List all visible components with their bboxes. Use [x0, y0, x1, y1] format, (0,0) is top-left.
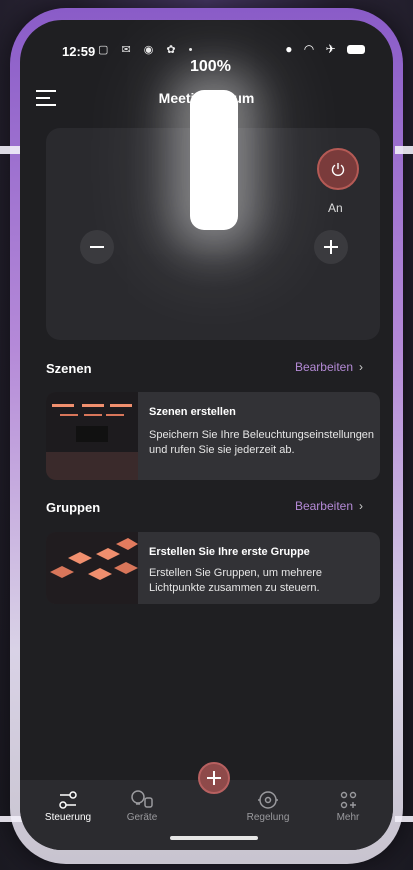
nav-item-geraete[interactable]: Geräte [107, 788, 177, 823]
home-indicator[interactable] [170, 836, 258, 840]
more-icon [340, 791, 357, 809]
groups-title: Gruppen [46, 500, 101, 515]
chevron-right-icon: › [359, 499, 363, 513]
minus-icon [90, 246, 104, 248]
power-button[interactable] [317, 148, 359, 190]
group-illustration [46, 532, 138, 604]
power-icon [331, 163, 345, 176]
nav-label: Geräte [126, 812, 158, 823]
group-card-description: Erstellen Sie Gruppen, um mehrere Lichtp… [149, 567, 323, 594]
devices-icon [131, 790, 153, 808]
app-screen: 12:59 ▢ ✉ ◉ ✿ • ● ◠ ✈ Meeting Raum 100% … [20, 20, 393, 850]
nav-item-mehr[interactable]: Mehr [313, 788, 383, 823]
plus-icon [207, 771, 221, 785]
control-icon [59, 791, 77, 809]
regulation-icon [258, 791, 278, 809]
groups-edit-link[interactable]: Bearbeiten › [295, 499, 363, 513]
decrease-button[interactable] [80, 230, 114, 264]
scene-illustration [46, 392, 138, 480]
increase-button[interactable] [314, 230, 348, 264]
nav-label: Mehr [336, 812, 360, 823]
group-card-title: Erstellen Sie Ihre erste Gruppe [149, 546, 310, 558]
scenes-title: Szenen [46, 361, 92, 376]
battery-icon [347, 45, 365, 55]
groups-edit-label: Bearbeiten [294, 499, 353, 513]
add-button[interactable] [198, 762, 230, 794]
plus-icon [324, 240, 338, 254]
scene-card-description: Speichern Sie Ihre Beleuchtungseinstellu… [149, 429, 375, 456]
nav-label: Regelung [246, 812, 290, 823]
nav-item-steuerung[interactable]: Steuerung [33, 788, 103, 823]
scenes-edit-link[interactable]: Bearbeiten › [295, 360, 363, 374]
decor-light [395, 146, 413, 154]
system-icons: ● ◠ ✈ [285, 42, 365, 56]
decor-light [395, 816, 413, 822]
create-scene-card[interactable]: Szenen erstellen Speichern Sie Ihre Bele… [46, 392, 380, 480]
power-state-label: An [328, 201, 343, 215]
create-group-card[interactable]: Erstellen Sie Ihre erste Gruppe Erstelle… [46, 532, 380, 604]
nav-item-regelung[interactable]: Regelung [233, 788, 303, 823]
scene-card-title: Szenen erstellen [149, 406, 236, 418]
notification-icons: ▢ ✉ ◉ ✿ • [98, 44, 198, 56]
brightness-value: 100% [190, 58, 231, 75]
status-time: 12:59 [62, 44, 96, 59]
nav-label: Steuerung [44, 812, 92, 823]
chevron-right-icon: › [359, 360, 363, 374]
scenes-edit-label: Bearbeiten [294, 360, 353, 374]
brightness-slider[interactable] [190, 90, 238, 230]
